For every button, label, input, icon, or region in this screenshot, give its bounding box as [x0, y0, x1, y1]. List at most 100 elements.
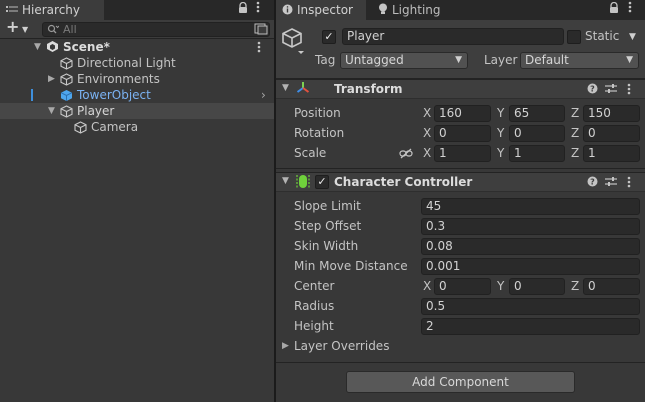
expand-arrow-icon[interactable]: ▼	[34, 39, 41, 55]
tree-item-label: Scene*	[63, 40, 110, 54]
kebab-menu-icon[interactable]	[627, 176, 631, 191]
layer-label: Layer	[484, 53, 518, 67]
tree-item-camera[interactable]: Camera	[0, 119, 274, 135]
expand-arrow-icon[interactable]: ▼	[282, 83, 289, 93]
min-move-distance-field[interactable]: 0.001	[421, 258, 640, 275]
position-x-field[interactable]: 160	[434, 105, 491, 122]
search-icon	[47, 24, 60, 38]
tag-value: Untagged	[345, 53, 404, 67]
tag-dropdown[interactable]: Untagged ▼	[340, 52, 468, 69]
slope-limit-field[interactable]: 45	[421, 198, 640, 215]
hierarchy-search-input[interactable]: All	[42, 22, 270, 37]
static-label: Static	[585, 29, 620, 43]
gameobject-cube-icon[interactable]	[282, 28, 304, 59]
tree-item-directional-light[interactable]: Directional Light	[0, 55, 274, 71]
axis-x-label: X	[423, 279, 432, 293]
scale-y-field[interactable]: 1	[509, 145, 565, 162]
static-checkbox[interactable]	[567, 30, 581, 44]
height-field[interactable]: 2	[421, 318, 640, 335]
center-x-field[interactable]: 0	[434, 278, 491, 295]
prefab-override-marker	[31, 89, 33, 101]
lock-icon[interactable]	[609, 1, 619, 17]
axis-y-label: Y	[497, 279, 505, 293]
position-y-field[interactable]: 65	[509, 105, 565, 122]
gameobject-header: ✓ Player Static ▼ Tag Untagged ▼ Layer D…	[276, 20, 645, 79]
lightbulb-icon	[378, 1, 388, 21]
kebab-menu-icon[interactable]	[256, 1, 260, 16]
plus-icon: +	[6, 17, 20, 36]
rotation-label: Rotation	[294, 126, 345, 140]
radius-label: Radius	[294, 299, 335, 313]
axis-x-label: X	[423, 146, 432, 160]
skin-width-field[interactable]: 0.08	[421, 238, 640, 255]
scale-z-field[interactable]: 1	[583, 145, 640, 162]
tab-lighting-label: Lighting	[392, 3, 441, 17]
transform-title: Transform	[334, 82, 403, 96]
axis-z-label: Z	[571, 126, 580, 140]
component-divider	[276, 362, 645, 363]
hierarchy-toolbar: + ▼ All	[0, 17, 274, 39]
radius-field[interactable]: 0.5	[421, 298, 640, 315]
position-z-field[interactable]: 150	[583, 105, 640, 122]
kebab-menu-icon[interactable]	[628, 1, 632, 16]
tree-item-label: Directional Light	[77, 56, 176, 70]
tab-hierarchy-label: Hierarchy	[22, 3, 81, 17]
scale-x-field[interactable]: 1	[434, 145, 491, 162]
tree-item-player[interactable]: ▼ Player	[0, 103, 274, 119]
rotation-x-field[interactable]: 0	[434, 125, 491, 142]
component-enabled-checkbox[interactable]: ✓	[315, 175, 329, 189]
active-checkbox[interactable]: ✓	[322, 30, 336, 44]
add-component-button[interactable]: Add Component	[346, 371, 575, 393]
kebab-menu-icon[interactable]	[627, 83, 631, 98]
chevron-down-icon: ▼	[626, 55, 633, 65]
collapse-arrow-icon: ▶	[282, 341, 289, 351]
collapse-arrow-icon[interactable]: ▶	[48, 71, 55, 87]
layer-dropdown[interactable]: Default ▼	[520, 52, 639, 69]
add-object-button[interactable]: + ▼	[4, 17, 40, 39]
height-label: Height	[294, 319, 334, 333]
presets-icon[interactable]	[605, 176, 617, 190]
info-icon	[282, 1, 293, 21]
presets-icon[interactable]	[605, 83, 617, 97]
help-icon[interactable]: ?	[587, 83, 598, 97]
center-z-field[interactable]: 0	[583, 278, 640, 295]
axis-y-label: Y	[497, 146, 505, 160]
gameobject-name-field[interactable]: Player	[342, 28, 564, 45]
axis-z-label: Z	[571, 279, 580, 293]
tree-item-label: Player	[77, 104, 115, 118]
layer-value: Default	[525, 53, 569, 67]
character-controller-icon	[296, 174, 310, 192]
step-offset-field[interactable]: 0.3	[421, 218, 640, 235]
axis-x-label: X	[423, 126, 432, 140]
min-move-distance-label: Min Move Distance	[294, 259, 408, 273]
tree-item-scene[interactable]: ▼ Scene*	[0, 39, 274, 55]
axis-y-label: Y	[497, 126, 505, 140]
constrain-proportions-icon[interactable]	[399, 148, 413, 162]
svg-text:?: ?	[590, 178, 595, 187]
skin-width-label: Skin Width	[294, 239, 359, 253]
tree-item-label: Environments	[77, 72, 160, 86]
character-controller-header[interactable]: ▼ ✓ Character Controller ?	[276, 172, 645, 192]
lock-icon[interactable]	[238, 1, 248, 17]
help-icon[interactable]: ?	[587, 176, 598, 190]
rotation-z-field[interactable]: 0	[583, 125, 640, 142]
step-offset-label: Step Offset	[294, 219, 362, 233]
tab-inspector[interactable]: Inspector	[276, 0, 366, 20]
rotation-y-field[interactable]: 0	[509, 125, 565, 142]
chevron-right-icon[interactable]: ›	[261, 87, 266, 103]
tab-lighting[interactable]: Lighting	[372, 0, 452, 20]
tree-item-towerobject[interactable]: TowerObject ›	[0, 87, 274, 103]
axis-z-label: Z	[571, 146, 580, 160]
axis-z-label: Z	[571, 106, 580, 120]
chevron-down-icon: ▼	[22, 25, 29, 34]
scene-visibility-icon[interactable]	[254, 23, 268, 38]
tree-item-environments[interactable]: ▶ Environments	[0, 71, 274, 87]
static-dropdown-arrow-icon[interactable]: ▼	[629, 32, 636, 42]
hierarchy-tabbar: Hierarchy	[0, 0, 274, 20]
transform-header[interactable]: ▼ Transform ?	[276, 79, 645, 99]
expand-arrow-icon[interactable]: ▼	[282, 176, 289, 186]
center-y-field[interactable]: 0	[509, 278, 565, 295]
position-label: Position	[294, 106, 341, 120]
expand-arrow-icon[interactable]: ▼	[48, 103, 55, 119]
axis-y-label: Y	[497, 106, 505, 120]
